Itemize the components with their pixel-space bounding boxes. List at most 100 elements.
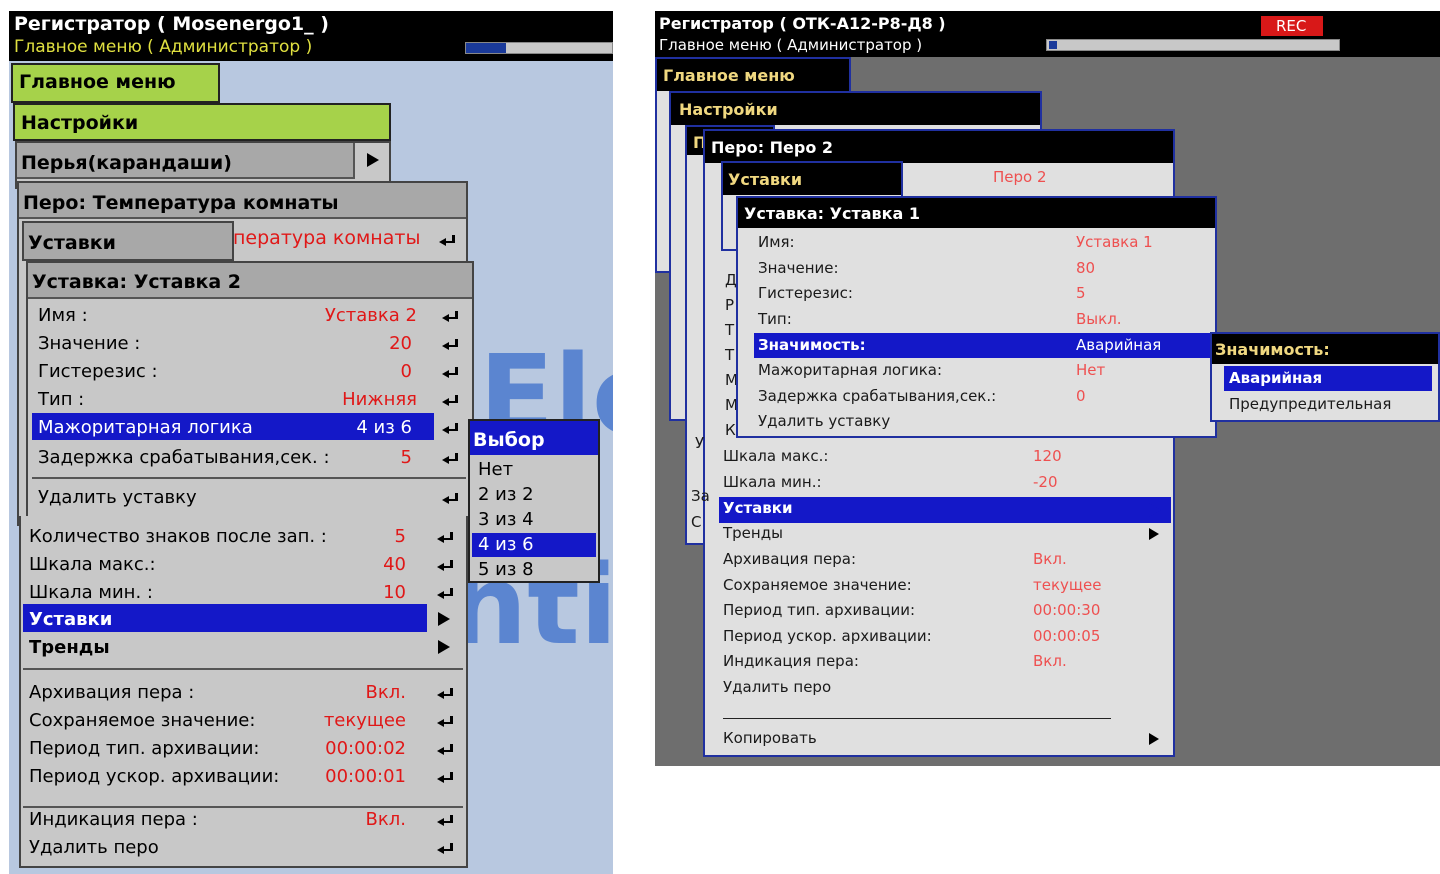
setpoint-value-label: Значение : — [38, 333, 141, 354]
right-header: Регистратор ( ОТК-А12-Р8-Д8 ) Главное ме… — [655, 11, 1440, 57]
r-setpoint-significance-value: Аварийная — [1076, 336, 1162, 354]
r-pen-scale-max-label: Шкала макс.: — [723, 447, 829, 465]
pen-archive-period-label: Период тип. архивации: — [29, 738, 260, 759]
r-cut-letter-7: К — [725, 421, 736, 439]
enter-icon — [437, 843, 453, 854]
chevron-right-icon — [1149, 528, 1159, 540]
pens-title: Перья(карандаши) — [21, 152, 232, 174]
r-setpoint-delete-label: Удалить уставку — [758, 412, 891, 430]
r-setpoints-title: Уставки — [728, 170, 803, 189]
pen-archive-period-value: 00:00:02 — [325, 738, 406, 759]
pen-saved-value-value: текущее — [323, 710, 406, 731]
r-significance-popup: Значимость: Аварийная Предупредительная — [1210, 332, 1440, 422]
enter-icon — [442, 311, 458, 322]
r-pen-delete-label: Удалить перо — [723, 678, 832, 696]
choice-option-none[interactable]: Нет — [478, 459, 513, 480]
enter-icon — [442, 339, 458, 350]
setpoint-name-label: Имя : — [38, 305, 88, 326]
r-setpoint-value-value: 80 — [1076, 259, 1096, 277]
choice-popup: Выбор Нет 2 из 2 3 из 4 4 из 6 5 из 8 — [468, 419, 600, 583]
choice-option-2of2[interactable]: 2 из 2 — [478, 484, 534, 505]
settings-title: Настройки — [21, 112, 139, 134]
enter-icon — [442, 423, 458, 434]
r-setpoint-type-label: Тип: — [758, 310, 792, 328]
chevron-right-icon — [438, 640, 450, 654]
r-cut-letter-9: Зa — [691, 487, 710, 505]
pen-fast-archive-label: Период ускор. архивации: — [29, 766, 280, 787]
r-setpoint-majority-value: Нет — [1076, 361, 1106, 379]
r-pen-separator — [723, 718, 1111, 719]
right-progress-bar — [1046, 39, 1340, 51]
r-significance-option-alarm[interactable]: Аварийная — [1229, 369, 1322, 387]
rec-label: REC — [1276, 17, 1307, 35]
enter-icon — [442, 367, 458, 378]
r-setpoint-name-label: Имя: — [758, 233, 795, 251]
chevron-right-icon — [1149, 733, 1159, 745]
r-significance-title: Значимость: — [1215, 340, 1330, 359]
enter-icon — [437, 688, 453, 699]
right-progress-fill — [1049, 41, 1057, 49]
pen-delete-label: Удалить перо — [29, 837, 159, 858]
r-pen-scale-min-label: Шкала мин.: — [723, 473, 822, 491]
settings-tab[interactable]: Настройки — [13, 103, 391, 141]
r-cut-letter-2: Р — [725, 296, 735, 314]
r-pen-scale-min-value: -20 — [1033, 473, 1058, 491]
setpoint-delay-label: Задержка срабатывания,сек. : — [38, 447, 330, 468]
pen-trends-label: Тренды — [29, 637, 110, 658]
enter-icon — [442, 453, 458, 464]
left-header: Регистратор ( Mosenergo1_ ) Главное меню… — [9, 11, 613, 61]
pen-title: Перо: Температура комнаты — [23, 192, 339, 214]
pen-name-enter-icon — [439, 235, 455, 246]
r-cut-letter-8: У — [695, 434, 705, 452]
main-menu-tab[interactable]: Главное меню — [11, 63, 220, 103]
r-pen-indication-label: Индикация пера: — [723, 652, 859, 670]
pen-scale-min-label: Шкала мин. : — [29, 582, 153, 603]
main-menu-title: Главное меню — [19, 71, 176, 93]
r-cut-letter-3: Т — [725, 321, 735, 339]
setpoint-majority-value: 4 из 6 — [356, 417, 412, 438]
r-setpoint-value-label: Значение: — [758, 259, 839, 277]
r-setpoint-dialog: Уставка: Уставка 1 Имя: Уставка 1 Значен… — [736, 196, 1217, 438]
choice-option-5of8[interactable]: 5 из 8 — [478, 559, 534, 580]
pen-saved-value-label: Сохраняемое значение: — [29, 710, 256, 731]
pen-indication-value: Вкл. — [365, 809, 406, 830]
choice-popup-title: Выбор — [473, 429, 545, 451]
setpoints-title: Уставки — [28, 232, 116, 254]
choice-option-4of6[interactable]: 4 из 6 — [478, 534, 534, 555]
r-pen-archive-label: Архивация пера: — [723, 550, 856, 568]
pen-scale-max-value: 40 — [383, 554, 406, 575]
rec-indicator: REC — [1261, 16, 1323, 36]
chevron-right-icon — [438, 612, 450, 626]
pen-separator-1 — [23, 668, 463, 670]
pen-name-value: пература комнаты — [233, 227, 421, 249]
pen-settings-list: Количество знаков после зап. : 5 Шкала м… — [19, 516, 468, 868]
pen-scale-min-value: 10 — [383, 582, 406, 603]
pen-decimals-label: Количество знаков после зап. : — [29, 526, 327, 547]
left-header-title: Регистратор ( Mosenergo1_ ) — [14, 13, 329, 35]
enter-icon — [437, 744, 453, 755]
r-pen-saved-value-label: Сохраняемое значение: — [723, 576, 912, 594]
setpoint-type-value: Нижняя — [342, 389, 417, 410]
r-pen-indication-value: Вкл. — [1033, 652, 1067, 670]
pen-indication-label: Индикация пера : — [29, 809, 198, 830]
right-screen: Регистратор ( ОТК-А12-Р8-Д8 ) Главное ме… — [655, 11, 1440, 766]
choice-option-3of4[interactable]: 3 из 4 — [478, 509, 534, 530]
r-pen-archive-value: Вкл. — [1033, 550, 1067, 568]
r-pen-trends-label: Тренды — [723, 524, 783, 542]
enter-icon — [442, 493, 458, 504]
pen-separator-2 — [23, 806, 463, 808]
r-cut-letter-10: С — [691, 513, 702, 531]
r-significance-option-warning[interactable]: Предупредительная — [1229, 395, 1391, 413]
pen-scale-max-label: Шкала макс.: — [29, 554, 156, 575]
left-header-subtitle: Главное меню ( Администратор ) — [14, 37, 313, 57]
r-pen-fast-archive-value: 00:00:05 — [1033, 627, 1101, 645]
r-pen-saved-value-value: текущее — [1033, 576, 1102, 594]
pen-decimals-value: 5 — [394, 526, 406, 547]
pens-arrow-icon — [367, 153, 379, 167]
enter-icon — [437, 772, 453, 783]
left-progress-bar — [465, 42, 613, 54]
setpoint-delete-label: Удалить уставку — [38, 487, 197, 508]
setpoint-value-value: 20 — [389, 333, 412, 354]
pen-archive-value: Вкл. — [365, 682, 406, 703]
setpoints-tab[interactable]: Уставки — [22, 221, 234, 261]
